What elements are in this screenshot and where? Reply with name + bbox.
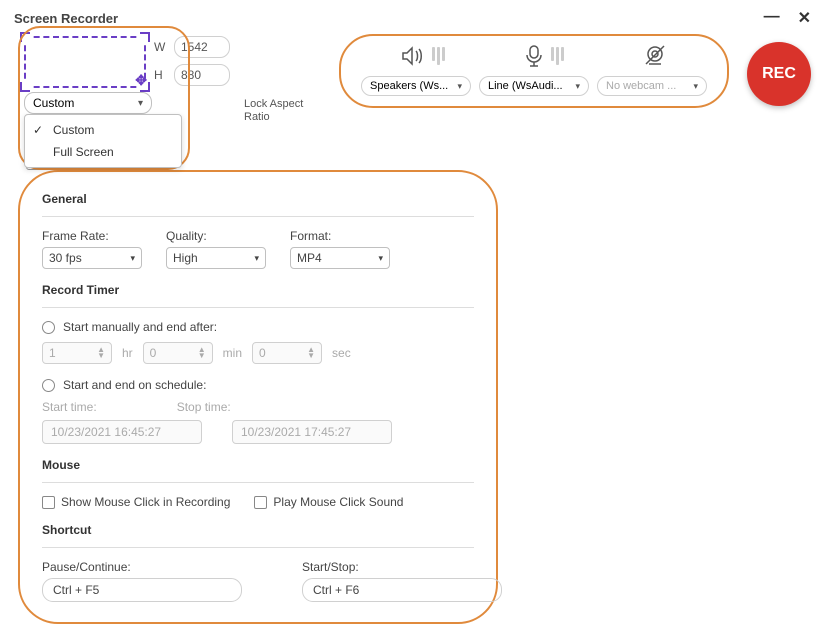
microphone-select[interactable]: Line (WsAudi...▾ — [479, 76, 589, 96]
play-click-sound-checkbox[interactable] — [254, 496, 267, 509]
pause-shortcut-label: Pause/Continue: — [42, 560, 242, 574]
webcam-select[interactable]: No webcam ...▾ — [597, 76, 707, 96]
start-time-input[interactable]: 10/23/2021 16:45:27 — [42, 420, 202, 444]
webcam-disabled-icon — [642, 44, 668, 68]
quality-select[interactable]: High▾ — [166, 247, 266, 269]
capture-mode-button[interactable]: Custom ▾ — [24, 92, 152, 114]
timer-seconds-input[interactable]: 0▲▼ — [252, 342, 322, 364]
speaker-icon — [400, 45, 445, 67]
record-button[interactable]: REC — [747, 42, 811, 106]
height-input[interactable]: 880 — [174, 64, 230, 86]
width-label: W — [154, 40, 168, 54]
chevron-down-icon: ▾ — [457, 81, 462, 92]
stop-time-input[interactable]: 10/23/2021 17:45:27 — [232, 420, 392, 444]
minimize-button[interactable]: — — [764, 8, 780, 28]
format-select[interactable]: MP4▾ — [290, 247, 390, 269]
lock-aspect-label: Lock Aspect Ratio — [244, 98, 329, 124]
speaker-select[interactable]: Speakers (Ws...▾ — [361, 76, 471, 96]
capture-region-preview[interactable]: ✥ — [24, 36, 146, 88]
start-time-label: Start time: — [42, 400, 97, 414]
settings-panel: General Frame Rate: 30 fps▾ Quality: Hig… — [18, 170, 498, 624]
pause-shortcut-input[interactable]: Ctrl + F5 — [42, 578, 242, 602]
close-button[interactable]: ✕ — [798, 8, 811, 28]
frame-rate-label: Frame Rate: — [42, 229, 142, 243]
move-icon: ✥ — [135, 72, 147, 89]
frame-rate-select[interactable]: 30 fps▾ — [42, 247, 142, 269]
timer-schedule-label: Start and end on schedule: — [63, 378, 206, 392]
capture-area-config: ✥ W 1542 H 880 Custom ▾ Custom Full Scre… — [24, 36, 230, 88]
capture-mode-dropdown: Custom Full Screen — [24, 114, 182, 168]
shortcut-heading: Shortcut — [42, 523, 474, 537]
audio-webcam-panel: Speakers (Ws...▾ Line (WsAudi...▾ No web… — [339, 34, 729, 108]
capture-mode-option-fullscreen[interactable]: Full Screen — [25, 141, 181, 163]
width-input[interactable]: 1542 — [174, 36, 230, 58]
capture-mode-select: Custom ▾ Custom Full Screen — [24, 92, 152, 114]
chevron-down-icon: ▾ — [693, 81, 698, 92]
quality-label: Quality: — [166, 229, 266, 243]
timer-manual-label: Start manually and end after: — [63, 320, 217, 334]
chevron-down-icon: ▾ — [138, 98, 143, 109]
start-shortcut-label: Start/Stop: — [302, 560, 502, 574]
title-bar: Screen Recorder — ✕ — [0, 0, 825, 32]
format-label: Format: — [290, 229, 390, 243]
general-heading: General — [42, 192, 474, 206]
timer-hours-input[interactable]: 1▲▼ — [42, 342, 112, 364]
show-mouse-click-checkbox[interactable] — [42, 496, 55, 509]
start-shortcut-input[interactable]: Ctrl + F6 — [302, 578, 502, 602]
stop-time-label: Stop time: — [177, 400, 231, 414]
window-controls: — ✕ — [764, 8, 811, 28]
mouse-heading: Mouse — [42, 458, 474, 472]
timer-heading: Record Timer — [42, 283, 474, 297]
timer-manual-radio[interactable] — [42, 321, 55, 334]
height-label: H — [154, 68, 168, 82]
microphone-icon — [523, 44, 564, 68]
timer-schedule-radio[interactable] — [42, 379, 55, 392]
timer-minutes-input[interactable]: 0▲▼ — [143, 342, 213, 364]
chevron-down-icon: ▾ — [575, 81, 580, 92]
window-title: Screen Recorder — [14, 11, 118, 26]
capture-mode-option-custom[interactable]: Custom — [25, 119, 181, 141]
